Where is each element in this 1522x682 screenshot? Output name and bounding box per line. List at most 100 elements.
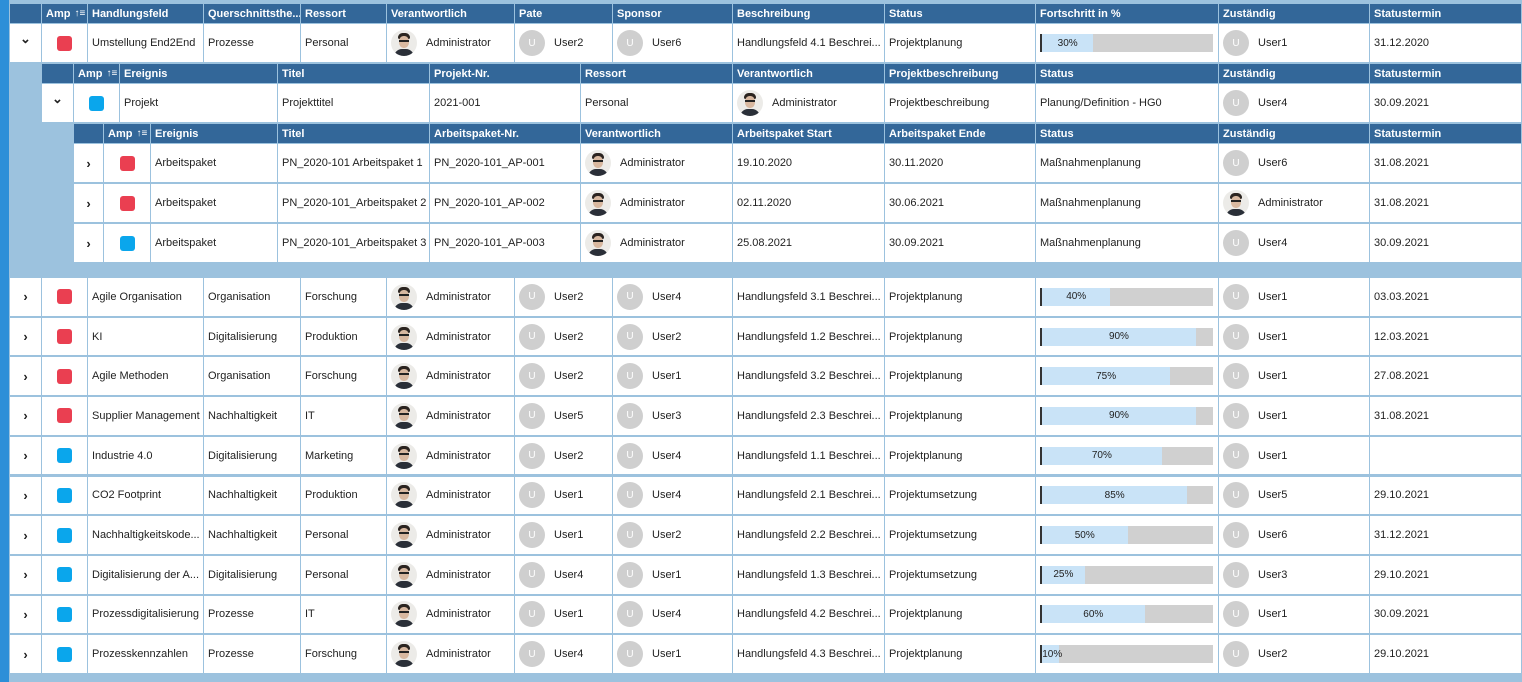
avatar-body <box>394 342 414 350</box>
expand-toggle[interactable]: › <box>74 144 104 184</box>
administrator-avatar <box>391 641 417 668</box>
cell-text: Projektplanung <box>889 330 963 343</box>
main-header-amp[interactable]: Amp ↑≡ <box>42 4 88 24</box>
beschreibung-cell: Handlungsfeld 4.1 Beschrei... <box>733 24 885 64</box>
expand-toggle[interactable]: › <box>10 595 42 636</box>
status-cell: Maßnahmenplanung <box>1036 144 1219 184</box>
pate-cell: U User1 <box>515 476 613 517</box>
user-name: User1 <box>652 370 682 383</box>
project-header-statustermin[interactable]: Statustermin <box>1370 64 1522 84</box>
workpackage-header-arbeitspaket-nr-[interactable]: Arbeitspaket-Nr. <box>430 124 581 144</box>
handlungsfeld-cell[interactable]: Agile Organisation <box>88 278 204 318</box>
project-header-ressort[interactable]: Ressort <box>581 64 733 84</box>
handlungsfeld-cell[interactable]: Nachhaltigkeitskode... <box>88 516 204 556</box>
workpackage-header-arbeitspaket-start[interactable]: Arbeitspaket Start <box>733 124 885 144</box>
main-header-handlungsfeld[interactable]: Handlungsfeld <box>88 4 204 24</box>
project-header-projektbeschreibung[interactable]: Projektbeschreibung <box>885 64 1036 84</box>
expand-toggle[interactable]: › <box>10 476 42 517</box>
workpackage-header-expand <box>74 124 104 144</box>
ereignis-cell[interactable]: Arbeitspaket <box>151 144 278 184</box>
user-name: User1 <box>554 489 584 502</box>
ereignis-cell[interactable]: Projekt <box>120 84 278 124</box>
workpackage-header-statustermin[interactable]: Statustermin <box>1370 124 1522 144</box>
workpackage-header-arbeitspaket-ende[interactable]: Arbeitspaket Ende <box>885 124 1036 144</box>
user-name: User4 <box>652 290 682 303</box>
handlungsfeld-cell[interactable]: Prozessdigitalisierung <box>88 595 204 636</box>
expand-toggle[interactable]: › <box>10 555 42 596</box>
cell-text: 31.08.2021 <box>1374 157 1430 169</box>
status-light-blue <box>57 487 72 503</box>
ereignis-cell[interactable]: Arbeitspaket <box>151 184 278 224</box>
beschreibung-cell: Handlungsfeld 4.3 Beschrei... <box>733 635 885 675</box>
main-header-status[interactable]: Status <box>885 4 1036 24</box>
avatar-face <box>593 196 603 208</box>
verantwortlich-cell: Administrator <box>387 397 515 437</box>
main-header-fortschritt-in-[interactable]: Fortschritt in % <box>1036 4 1219 24</box>
handlungsfeld-cell[interactable]: Digitalisierung der A... <box>88 555 204 596</box>
handlungsfeld-cell[interactable]: CO2 Footprint <box>88 476 204 517</box>
main-header-zust-ndig[interactable]: Zuständig <box>1219 4 1370 24</box>
sort-filter-icon[interactable]: ↑≡ <box>136 128 147 139</box>
cell-text: Agile Methoden <box>92 370 169 383</box>
sort-filter-icon[interactable]: ↑≡ <box>106 68 117 79</box>
workpackage-header-verantwortlich[interactable]: Verantwortlich <box>581 124 733 144</box>
zustaendig-cell: U User6 <box>1219 516 1370 556</box>
avatar-body <box>588 169 608 176</box>
workpackage-header-status[interactable]: Status <box>1036 124 1219 144</box>
main-header-querschnittsthe-[interactable]: Querschnittsthe... <box>204 4 301 24</box>
expand-toggle[interactable]: › <box>74 224 104 264</box>
workpackage-header-titel[interactable]: Titel <box>278 124 430 144</box>
ereignis-cell[interactable]: Arbeitspaket <box>151 224 278 264</box>
user-avatar: U <box>1223 601 1249 628</box>
handlungsfeld-cell[interactable]: Supplier Management <box>88 397 204 437</box>
handlungsfeld-cell[interactable]: Industrie 4.0 <box>88 436 204 477</box>
main-header-ressort[interactable]: Ressort <box>301 4 387 24</box>
progress-label: 60% <box>1083 608 1104 620</box>
project-header-status[interactable]: Status <box>1036 64 1219 84</box>
main-header-beschreibung[interactable]: Beschreibung <box>733 4 885 24</box>
expand-toggle[interactable]: › <box>10 317 42 358</box>
avatar-body <box>394 302 414 310</box>
handlungsfeld-cell[interactable]: Umstellung End2End <box>88 24 204 64</box>
user-name: Administrator <box>620 197 685 209</box>
handlungsfeld-cell[interactable]: KI <box>88 317 204 358</box>
project-header-verantwortlich[interactable]: Verantwortlich <box>733 64 885 84</box>
workpackage-header-amp[interactable]: Amp ↑≡ <box>104 124 151 144</box>
user-name: User4 <box>1258 97 1288 109</box>
expand-toggle[interactable]: ⌄ <box>10 24 42 64</box>
statustermin-cell: 03.03.2021 <box>1370 278 1522 318</box>
expand-toggle[interactable]: › <box>10 516 42 556</box>
main-header-statustermin[interactable]: Statustermin <box>1370 4 1522 24</box>
project-header-zust-ndig[interactable]: Zuständig <box>1219 64 1370 84</box>
project-header-titel[interactable]: Titel <box>278 64 430 84</box>
amp-cell <box>42 595 88 636</box>
expand-toggle[interactable]: › <box>10 397 42 437</box>
handlungsfeld-cell[interactable]: Prozesskennzahlen <box>88 635 204 675</box>
handlungsfeld-cell[interactable]: Agile Methoden <box>88 357 204 398</box>
project-header-amp[interactable]: Amp ↑≡ <box>74 64 120 84</box>
sort-filter-icon[interactable]: ↑≡ <box>74 8 85 19</box>
expand-toggle[interactable]: ⌄ <box>42 84 74 124</box>
expand-toggle[interactable]: › <box>10 357 42 398</box>
ressort-cell: IT <box>301 397 387 437</box>
workpackage-header-ereignis[interactable]: Ereignis <box>151 124 278 144</box>
project-header-ereignis[interactable]: Ereignis <box>120 64 278 84</box>
chevron-right-icon: › <box>23 448 28 464</box>
expand-toggle[interactable]: › <box>74 184 104 224</box>
main-header-verantwortlich[interactable]: Verantwortlich <box>387 4 515 24</box>
cell-text: Projektplanung <box>889 648 963 661</box>
project-header-projekt-nr-[interactable]: Projekt-Nr. <box>430 64 581 84</box>
avatar-initial: U <box>1232 370 1240 382</box>
expand-toggle[interactable]: › <box>10 436 42 477</box>
ressort-cell: Personal <box>301 516 387 556</box>
main-header-pate[interactable]: Pate <box>515 4 613 24</box>
pate-cell: U User4 <box>515 635 613 675</box>
ressort-cell: Personal <box>301 24 387 64</box>
querschnitt-cell: Digitalisierung <box>204 436 301 477</box>
expand-toggle[interactable]: › <box>10 635 42 675</box>
zustaendig-cell: U User3 <box>1219 555 1370 596</box>
expand-toggle[interactable]: › <box>10 278 42 318</box>
workpackage-header-zust-ndig[interactable]: Zuständig <box>1219 124 1370 144</box>
main-header-sponsor[interactable]: Sponsor <box>613 4 733 24</box>
zustaendig-cell: U User1 <box>1219 357 1370 398</box>
